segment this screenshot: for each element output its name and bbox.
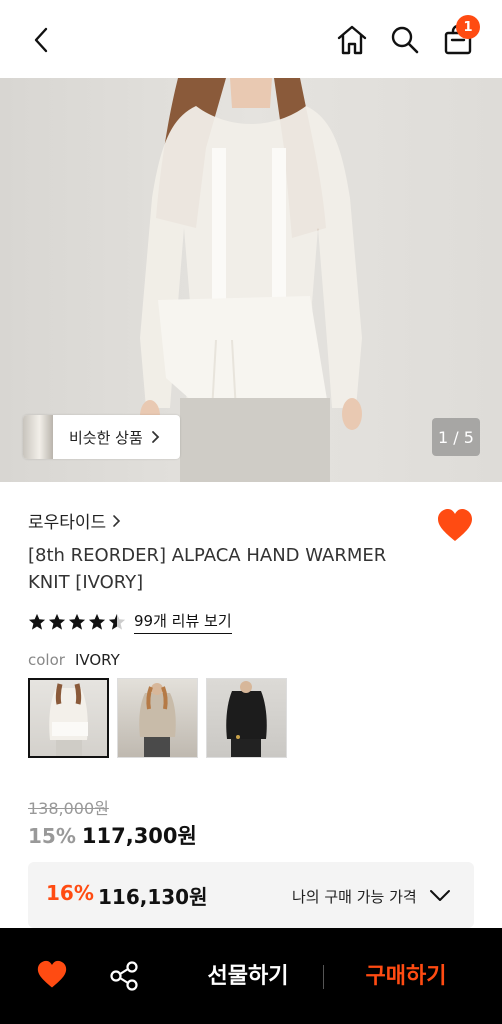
similar-products-button[interactable]: 비슷한 상품: [23, 415, 180, 459]
home-button[interactable]: [332, 20, 372, 60]
swatch-thumbnail: [139, 683, 176, 757]
star-icon: [88, 613, 106, 630]
chevron-down-icon: [430, 890, 450, 901]
color-key: color: [28, 651, 65, 669]
color-swatches: [28, 678, 287, 758]
share-icon: [110, 961, 138, 991]
chevron-right-icon: [113, 514, 121, 527]
my-price-discount: 16%: [46, 881, 94, 905]
search-icon: [391, 26, 419, 54]
wishlist-button[interactable]: [436, 508, 474, 544]
back-button[interactable]: [22, 20, 62, 60]
color-swatch-black[interactable]: [206, 678, 287, 758]
rating-row: 99개 리뷰 보기: [28, 610, 232, 634]
similar-product-thumbnail: [23, 415, 53, 459]
sale-price: 117,300원: [81, 824, 197, 848]
top-bar: 1: [0, 0, 502, 78]
swatch-thumbnail: [226, 681, 267, 757]
my-price-value: 116,130원: [98, 885, 208, 909]
star-icon: [48, 613, 66, 630]
star-icon: [28, 613, 46, 630]
heart-icon: [438, 509, 472, 541]
half-star-icon: [108, 613, 126, 630]
bottom-divider: [323, 965, 324, 989]
bottom-wishlist-button[interactable]: [36, 960, 68, 994]
gift-button[interactable]: 선물하기: [196, 958, 300, 990]
chevron-left-icon: [34, 27, 48, 53]
home-icon: [337, 25, 367, 55]
color-value: IVORY: [74, 651, 120, 669]
price-row: 15% 117,300원: [28, 820, 197, 850]
similar-products-label: 비슷한 상품: [69, 428, 143, 447]
cart-count-badge: 1: [456, 15, 480, 39]
share-button[interactable]: [108, 960, 140, 996]
heart-icon: [37, 960, 67, 988]
star-rating: [28, 613, 126, 631]
reviews-link[interactable]: 99개 리뷰 보기: [134, 610, 232, 634]
color-row: color IVORY: [28, 651, 120, 669]
color-swatch-ivory[interactable]: [28, 678, 109, 758]
image-counter: 1 / 5: [432, 418, 480, 456]
color-swatch-beige[interactable]: [117, 678, 198, 758]
discount-rate: 15%: [28, 824, 76, 848]
brand-name: 로우타이드: [28, 513, 107, 533]
buy-button[interactable]: 구매하기: [354, 958, 458, 990]
chevron-right-icon: [151, 431, 160, 443]
search-button[interactable]: [385, 20, 425, 60]
my-price-box[interactable]: 16% 116,130원 나의 구매 가능 가격: [28, 862, 474, 928]
brand-link[interactable]: 로우타이드: [28, 508, 122, 533]
my-price-label: 나의 구매 가능 가격: [292, 888, 417, 906]
star-icon: [68, 613, 86, 630]
original-price: 138,000원: [28, 799, 109, 818]
product-title: [8th REORDER] ALPACA HAND WARMER KNIT [I…: [28, 545, 387, 593]
swatch-thumbnail: [49, 683, 88, 756]
bottom-action-bar: 선물하기 구매하기: [0, 928, 502, 1024]
